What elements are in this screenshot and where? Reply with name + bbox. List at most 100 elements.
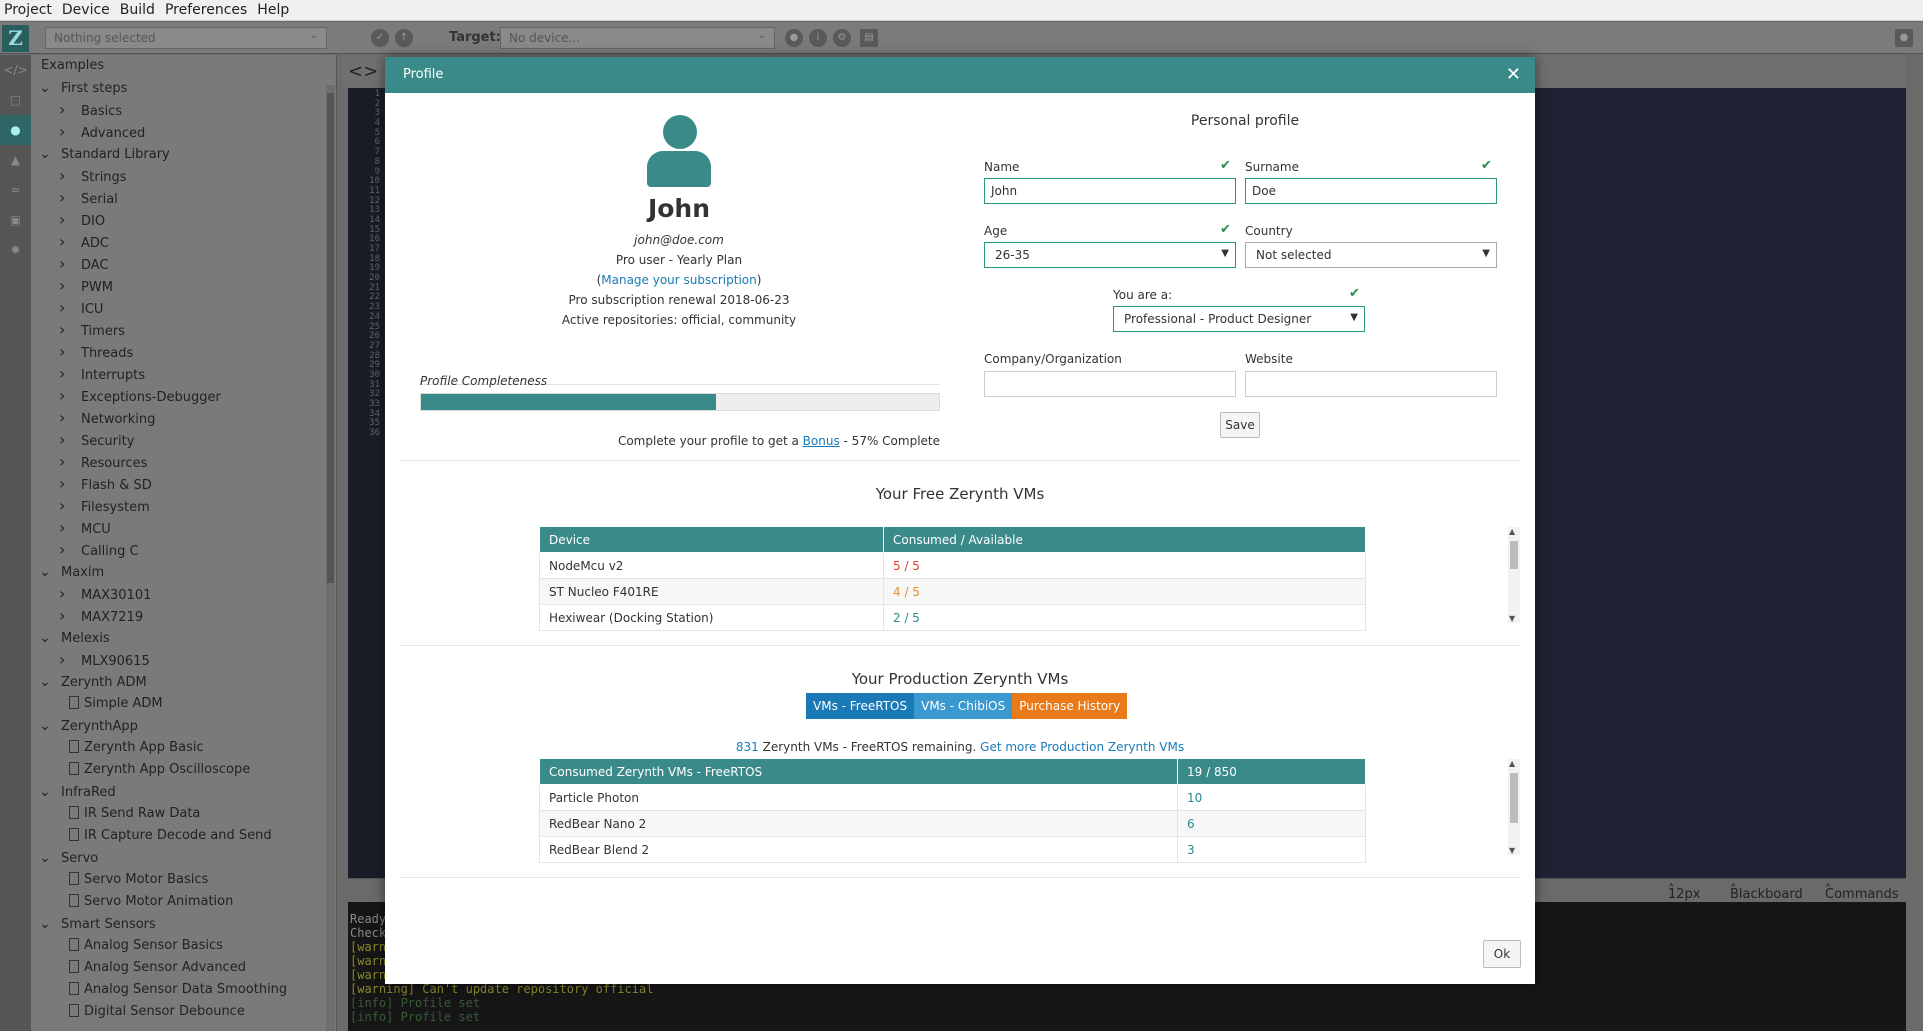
feed-icon[interactable]: ≈ xyxy=(0,175,31,205)
sidebar-item[interactable]: ⌄ First steps xyxy=(31,77,336,99)
sidebar-title: Examples xyxy=(41,58,105,73)
verify-icon[interactable]: ✓ xyxy=(371,29,389,47)
sidebar-item[interactable]: Simple ADM xyxy=(31,693,336,715)
age-select[interactable]: 26-35 ▼ xyxy=(984,242,1236,268)
sidebar-item[interactable]: Servo Motor Basics xyxy=(31,869,336,891)
menu-device[interactable]: Device xyxy=(62,2,110,18)
scrollbar-thumb[interactable] xyxy=(1510,541,1518,569)
font-size-select[interactable]: 12px ˄ xyxy=(1668,883,1701,902)
save-button[interactable]: Save xyxy=(1220,412,1260,438)
package-icon[interactable]: ▲ xyxy=(0,145,31,175)
project-select[interactable]: Nothing selected ⌄ xyxy=(45,27,327,49)
tab-nav-icon[interactable]: <> xyxy=(348,61,378,82)
sidebar-item[interactable]: Zerynth App Basic xyxy=(31,737,336,759)
link-icon[interactable]: ● xyxy=(785,29,803,47)
sidebar-item[interactable]: ⌄ Zerynth ADM xyxy=(31,671,336,693)
close-icon[interactable]: ✕ xyxy=(1506,57,1521,93)
sidebar-item[interactable]: Zerynth App Oscilloscope xyxy=(31,759,336,781)
sidebar-item[interactable]: › Strings xyxy=(31,165,336,187)
tab-vms-freertos[interactable]: VMs - FreeRTOS xyxy=(806,693,915,719)
tab-purchase-history[interactable]: Purchase History xyxy=(1012,693,1128,719)
sidebar-item-label: MAX30101 xyxy=(81,588,152,603)
sidebar-item[interactable]: ⌄ Standard Library xyxy=(31,143,336,165)
ok-button[interactable]: Ok xyxy=(1483,940,1521,968)
get-more-vms-link[interactable]: Get more Production Zerynth VMs xyxy=(980,740,1184,754)
sidebar-item[interactable]: ⌄ InfraRed xyxy=(31,781,336,803)
sidebar-item[interactable]: Servo Motor Animation xyxy=(31,891,336,913)
sidebar-item-label: Advanced xyxy=(81,126,146,141)
website-field[interactable] xyxy=(1245,371,1497,397)
serial-monitor-icon[interactable]: ▤ xyxy=(860,29,878,47)
sidebar-item[interactable]: › Security xyxy=(31,429,336,451)
sidebar-item[interactable]: › PWM xyxy=(31,275,336,297)
manage-subscription-link[interactable]: Manage your subscription xyxy=(601,273,756,287)
sidebar-item[interactable]: Analog Sensor Advanced xyxy=(31,957,336,979)
scrollbar-thumb[interactable] xyxy=(327,93,334,583)
sidebar-item[interactable]: › MCU xyxy=(31,517,336,539)
menu-build[interactable]: Build xyxy=(120,2,155,18)
prod-vms-scrollbar[interactable]: ▲ ▼ xyxy=(1508,759,1520,855)
sidebar-item[interactable]: Digital Sensor Debounce xyxy=(31,1001,336,1023)
sidebar-item[interactable]: ⌄ Melexis xyxy=(31,627,336,649)
sidebar-item[interactable]: › MAX7219 xyxy=(31,605,336,627)
sidebar-item[interactable]: IR Send Raw Data xyxy=(31,803,336,825)
sidebar-item[interactable]: › Resources xyxy=(31,451,336,473)
sidebar-scrollbar[interactable] xyxy=(326,85,335,1031)
sidebar-item[interactable]: ⌄ Smart Sensors xyxy=(31,913,336,935)
sidebar-item[interactable]: › ICU xyxy=(31,297,336,319)
sidebar-item[interactable]: › Exceptions-Debugger xyxy=(31,385,336,407)
scroll-down-icon[interactable]: ▼ xyxy=(1509,614,1515,623)
name-field[interactable]: John xyxy=(984,178,1236,204)
surname-field[interactable]: Doe xyxy=(1245,178,1497,204)
sidebar-item[interactable]: IR Capture Decode and Send xyxy=(31,825,336,847)
sidebar-item[interactable]: › Networking xyxy=(31,407,336,429)
sidebar-item[interactable]: › Basics xyxy=(31,99,336,121)
device-select[interactable]: No device... ⌄ xyxy=(500,27,775,49)
sidebar-item[interactable]: › Filesystem xyxy=(31,495,336,517)
scroll-up-icon[interactable]: ▲ xyxy=(1509,527,1515,536)
bug-icon[interactable]: ✹ xyxy=(0,235,31,265)
sidebar-item[interactable]: › Advanced xyxy=(31,121,336,143)
scroll-up-icon[interactable]: ▲ xyxy=(1509,759,1515,768)
scrollbar-thumb[interactable] xyxy=(1510,773,1518,823)
sidebar-item[interactable]: › Serial xyxy=(31,187,336,209)
theme-select[interactable]: Blackboard ˄ xyxy=(1730,883,1803,902)
free-vms-scrollbar[interactable]: ▲ ▼ xyxy=(1508,527,1520,623)
sidebar-item[interactable]: › DIO xyxy=(31,209,336,231)
info-icon[interactable]: i xyxy=(809,29,827,47)
sidebar-item[interactable]: › Threads xyxy=(31,341,336,363)
bonus-link[interactable]: Bonus xyxy=(803,434,840,448)
menu-project[interactable]: Project xyxy=(4,2,52,18)
sidebar-item[interactable]: › Flash & SD xyxy=(31,473,336,495)
menu-help[interactable]: Help xyxy=(257,2,289,18)
sidebar-item[interactable]: › MAX30101 xyxy=(31,583,336,605)
sidebar-item-label: Servo Motor Animation xyxy=(84,894,234,909)
sidebar-item[interactable]: ⌄ Servo xyxy=(31,847,336,869)
sidebar-item[interactable]: ⌄ ZerynthApp xyxy=(31,715,336,737)
country-select[interactable]: Not selected ▼ xyxy=(1245,242,1497,268)
caret-down-icon: ▼ xyxy=(1221,248,1229,259)
you-are-select[interactable]: Professional - Product Designer ▼ xyxy=(1113,306,1365,332)
sidebar-item[interactable]: › ADC xyxy=(31,231,336,253)
scroll-down-icon[interactable]: ▼ xyxy=(1509,846,1515,855)
code-icon[interactable]: </> xyxy=(0,55,31,85)
commands-select[interactable]: Commands ˄ xyxy=(1825,883,1899,902)
examples-icon[interactable]: ● xyxy=(0,115,31,145)
settings-icon[interactable]: ⚙ xyxy=(833,29,851,47)
upload-icon[interactable]: ↑ xyxy=(395,29,413,47)
sidebar-item[interactable]: › Calling C xyxy=(31,539,336,561)
user-icon[interactable]: ● xyxy=(1895,29,1913,47)
sidebar-item[interactable]: › MLX90615 xyxy=(31,649,336,671)
folder-icon[interactable]: □ xyxy=(0,85,31,115)
sidebar-item[interactable]: › DAC xyxy=(31,253,336,275)
company-field[interactable] xyxy=(984,371,1236,397)
prod-vms-tabs: VMs - FreeRTOS VMs - ChibiOS Purchase Hist… xyxy=(806,693,1128,719)
sidebar-item[interactable]: Analog Sensor Data Smoothing xyxy=(31,979,336,1001)
sidebar-item[interactable]: Analog Sensor Basics xyxy=(31,935,336,957)
sidebar-item[interactable]: › Timers xyxy=(31,319,336,341)
sidebar-item[interactable]: › Interrupts xyxy=(31,363,336,385)
sidebar-item[interactable]: ⌄ Maxim xyxy=(31,561,336,583)
device-icon[interactable]: ▣ xyxy=(0,205,31,235)
tab-vms-chibios[interactable]: VMs - ChibiOS xyxy=(914,693,1013,719)
menu-preferences[interactable]: Preferences xyxy=(165,2,247,18)
